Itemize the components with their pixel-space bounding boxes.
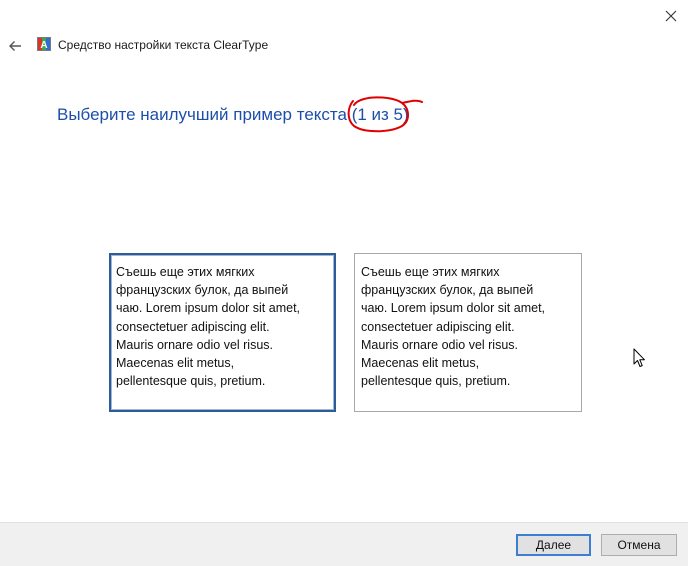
page-heading: Выберите наилучший пример текста (1 из 5… <box>57 96 423 133</box>
cancel-button[interactable]: Отмена <box>601 534 677 556</box>
next-button[interactable]: Далее <box>516 534 591 556</box>
sample-line: Mauris ornare odio vel risus. <box>361 337 519 352</box>
sample-line: pellentesque quis, pretium. <box>361 374 511 389</box>
close-icon <box>665 10 677 22</box>
sample-line: французских булок, да выпей <box>361 283 534 298</box>
step-progress: (1 из 5) <box>347 96 423 133</box>
text-sample-option-1[interactable]: Съешь еще этих мягких французских булок,… <box>109 253 336 412</box>
dialog-footer: Далее Отмена <box>0 522 688 566</box>
sample-line: pellentesque quis, pretium. <box>116 374 266 389</box>
sample-line: Mauris ornare odio vel risus. <box>116 337 274 352</box>
back-button[interactable] <box>4 36 26 56</box>
svg-text:A: A <box>40 40 47 51</box>
mouse-pointer-icon <box>633 348 645 367</box>
sample-line: чаю. Lorem ipsum dolor sit amet, <box>361 301 546 316</box>
text-sample-option-2[interactable]: Съешь еще этих мягких французских булок,… <box>354 253 582 412</box>
back-arrow-icon <box>9 41 21 51</box>
close-button[interactable] <box>654 0 688 32</box>
window-title: Средство настройки текста ClearType <box>58 38 269 52</box>
heading-text: Выберите наилучший пример текста <box>57 105 347 124</box>
sample-line: consectetuer adipiscing elit. <box>361 319 515 334</box>
sample-line: чаю. Lorem ipsum dolor sit amet, <box>116 301 301 316</box>
sample-line: Съешь еще этих мягких <box>361 265 500 279</box>
sample-line: французских булок, да выпей <box>116 283 289 298</box>
sample-line: Maecenas elit metus, <box>116 356 235 371</box>
cleartype-tuner-window: A Средство настройки текста ClearType Вы… <box>0 0 688 566</box>
cleartype-app-icon: A <box>37 37 51 51</box>
sample-line: consectetuer adipiscing elit. <box>116 319 270 334</box>
sample-line: Maecenas elit metus, <box>361 356 480 371</box>
sample-line: Съешь еще этих мягких <box>116 265 255 279</box>
step-progress-text: (1 из 5) <box>351 105 409 124</box>
